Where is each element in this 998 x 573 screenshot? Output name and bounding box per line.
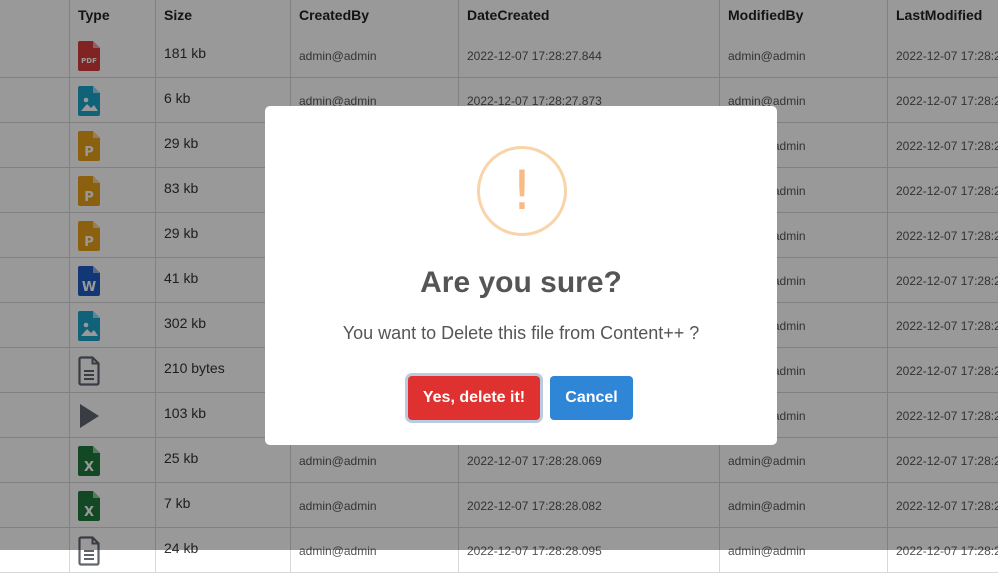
cancel-button[interactable]: Cancel <box>550 376 633 420</box>
exclamation-glyph: ! <box>511 159 533 222</box>
exclamation-icon: ! <box>477 146 567 236</box>
dialog-message: You want to Delete this file from Conten… <box>342 323 700 343</box>
confirm-delete-button[interactable]: Yes, delete it! <box>408 376 540 420</box>
dialog-title: Are you sure? <box>420 266 622 299</box>
confirm-delete-dialog: ! Are you sure? You want to Delete this … <box>265 106 777 445</box>
